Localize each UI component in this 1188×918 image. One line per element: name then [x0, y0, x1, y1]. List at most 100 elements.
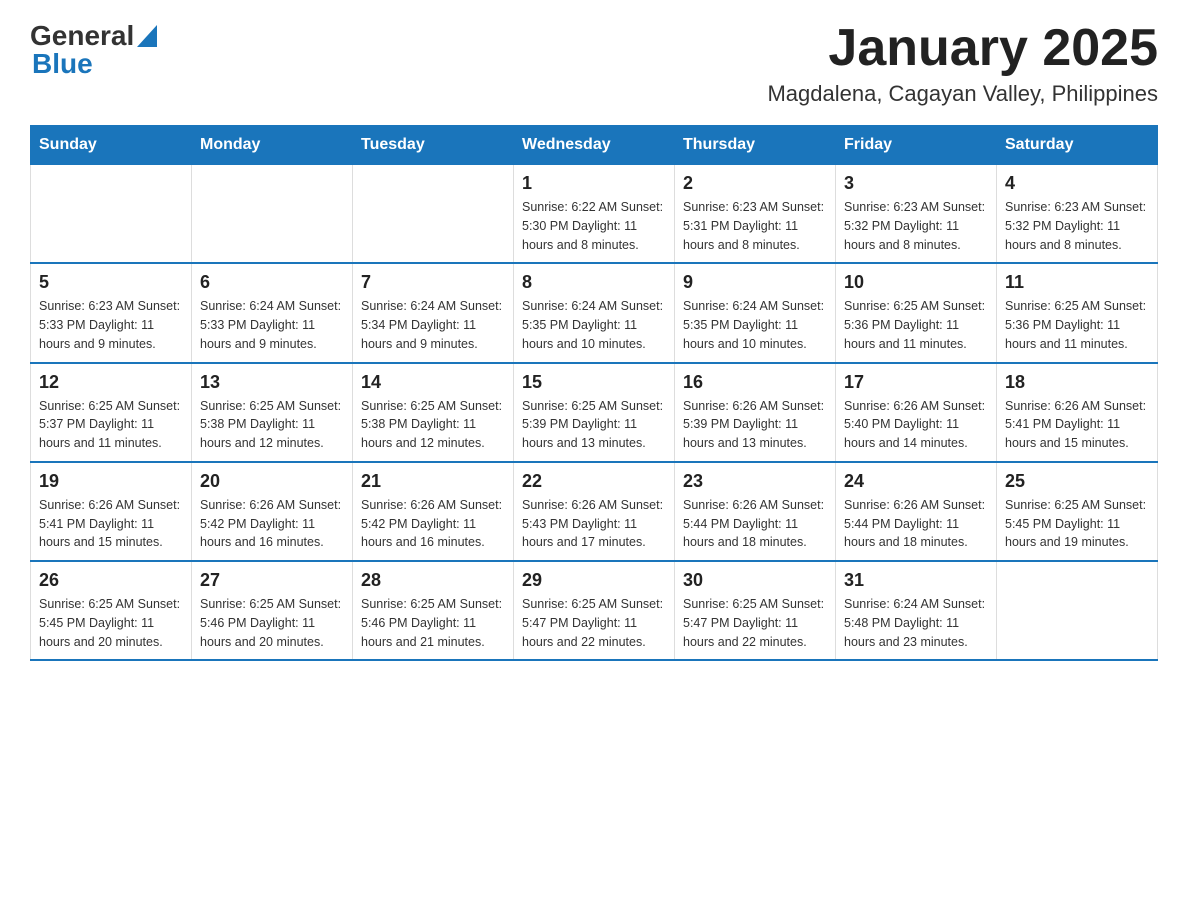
calendar-week-row: 19 Sunrise: 6:26 AM Sunset: 5:41 PM Dayli…: [31, 462, 1158, 561]
day-info: Sunrise: 6:23 AM Sunset: 5:32 PM Dayligh…: [1005, 198, 1149, 254]
header-day-tuesday: Tuesday: [353, 126, 514, 165]
day-info: Sunrise: 6:25 AM Sunset: 5:39 PM Dayligh…: [522, 397, 666, 453]
day-info: Sunrise: 6:23 AM Sunset: 5:31 PM Dayligh…: [683, 198, 827, 254]
calendar-cell: 21Sunrise: 6:26 AM Sunset: 5:42 PM Dayli…: [353, 462, 514, 561]
day-info: Sunrise: 6:25 AM Sunset: 5:38 PM Dayligh…: [200, 397, 344, 453]
calendar-cell: 29 Sunrise: 6:25 AM Sunset: 5:47 PM Dayli…: [514, 561, 675, 660]
day-number: 3: [844, 173, 988, 194]
day-info: Sunrise: 6:22 AM Sunset: 5:30 PM Dayligh…: [522, 198, 666, 254]
day-info: Sunrise: 6:23 AM Sunset: 5:32 PM Dayligh…: [844, 198, 988, 254]
day-number: 18: [1005, 372, 1149, 393]
calendar-cell: 14Sunrise: 6:25 AM Sunset: 5:38 PM Dayli…: [353, 363, 514, 462]
header-day-thursday: Thursday: [675, 126, 836, 165]
day-info: Sunrise: 6:24 AM Sunset: 5:33 PM Dayligh…: [200, 297, 344, 353]
calendar-cell: [997, 561, 1158, 660]
logo: General Blue: [30, 20, 157, 80]
day-number: 6: [200, 272, 344, 293]
day-number: 20: [200, 471, 344, 492]
calendar-cell: [353, 165, 514, 264]
calendar-week-row: 12 Sunrise: 6:25 AM Sunset: 5:37 PM Dayli…: [31, 363, 1158, 462]
calendar-cell: 5Sunrise: 6:23 AM Sunset: 5:33 PM Daylig…: [31, 263, 192, 362]
page-header: General Blue January 2025 Magdalena, Cag…: [30, 20, 1158, 107]
calendar-cell: 26 Sunrise: 6:25 AM Sunset: 5:45 PM Dayli…: [31, 561, 192, 660]
day-number: 16: [683, 372, 827, 393]
calendar-week-row: 5Sunrise: 6:23 AM Sunset: 5:33 PM Daylig…: [31, 263, 1158, 362]
calendar-cell: 20 Sunrise: 6:26 AM Sunset: 5:42 PM Dayli…: [192, 462, 353, 561]
day-info: Sunrise: 6:26 AM Sunset: 5:44 PM Dayligh…: [844, 496, 988, 552]
day-number: 12: [39, 372, 183, 393]
calendar-cell: 28Sunrise: 6:25 AM Sunset: 5:46 PM Dayli…: [353, 561, 514, 660]
day-number: 21: [361, 471, 505, 492]
day-info: Sunrise: 6:26 AM Sunset: 5:43 PM Dayligh…: [522, 496, 666, 552]
calendar-cell: 15 Sunrise: 6:25 AM Sunset: 5:39 PM Dayli…: [514, 363, 675, 462]
calendar-cell: [31, 165, 192, 264]
day-info: Sunrise: 6:25 AM Sunset: 5:45 PM Dayligh…: [1005, 496, 1149, 552]
day-number: 9: [683, 272, 827, 293]
day-info: Sunrise: 6:26 AM Sunset: 5:41 PM Dayligh…: [1005, 397, 1149, 453]
day-number: 7: [361, 272, 505, 293]
title-section: January 2025 Magdalena, Cagayan Valley, …: [767, 20, 1158, 107]
day-number: 29: [522, 570, 666, 591]
day-number: 10: [844, 272, 988, 293]
day-number: 23: [683, 471, 827, 492]
calendar-cell: 19 Sunrise: 6:26 AM Sunset: 5:41 PM Dayli…: [31, 462, 192, 561]
calendar-title: January 2025: [767, 20, 1158, 77]
calendar-cell: 1 Sunrise: 6:22 AM Sunset: 5:30 PM Daylig…: [514, 165, 675, 264]
day-info: Sunrise: 6:25 AM Sunset: 5:46 PM Dayligh…: [200, 595, 344, 651]
logo-triangle-icon: [137, 25, 157, 47]
calendar-cell: 31 Sunrise: 6:24 AM Sunset: 5:48 PM Dayli…: [836, 561, 997, 660]
header-day-monday: Monday: [192, 126, 353, 165]
calendar-cell: 11 Sunrise: 6:25 AM Sunset: 5:36 PM Dayli…: [997, 263, 1158, 362]
header-day-sunday: Sunday: [31, 126, 192, 165]
day-number: 2: [683, 173, 827, 194]
day-info: Sunrise: 6:24 AM Sunset: 5:35 PM Dayligh…: [522, 297, 666, 353]
calendar-cell: 24Sunrise: 6:26 AM Sunset: 5:44 PM Dayli…: [836, 462, 997, 561]
day-number: 30: [683, 570, 827, 591]
day-number: 25: [1005, 471, 1149, 492]
day-info: Sunrise: 6:25 AM Sunset: 5:47 PM Dayligh…: [522, 595, 666, 651]
calendar-cell: 2 Sunrise: 6:23 AM Sunset: 5:31 PM Daylig…: [675, 165, 836, 264]
header-day-saturday: Saturday: [997, 126, 1158, 165]
calendar-cell: 23Sunrise: 6:26 AM Sunset: 5:44 PM Dayli…: [675, 462, 836, 561]
calendar-cell: 18 Sunrise: 6:26 AM Sunset: 5:41 PM Dayli…: [997, 363, 1158, 462]
calendar-cell: 3 Sunrise: 6:23 AM Sunset: 5:32 PM Daylig…: [836, 165, 997, 264]
day-number: 1: [522, 173, 666, 194]
day-number: 17: [844, 372, 988, 393]
day-info: Sunrise: 6:25 AM Sunset: 5:36 PM Dayligh…: [1005, 297, 1149, 353]
day-info: Sunrise: 6:25 AM Sunset: 5:37 PM Dayligh…: [39, 397, 183, 453]
calendar-cell: 27 Sunrise: 6:25 AM Sunset: 5:46 PM Dayli…: [192, 561, 353, 660]
calendar-cell: [192, 165, 353, 264]
day-info: Sunrise: 6:26 AM Sunset: 5:39 PM Dayligh…: [683, 397, 827, 453]
calendar-header-row: SundayMondayTuesdayWednesdayThursdayFrid…: [31, 126, 1158, 165]
calendar-cell: 30 Sunrise: 6:25 AM Sunset: 5:47 PM Dayli…: [675, 561, 836, 660]
day-number: 19: [39, 471, 183, 492]
logo-blue-text: Blue: [32, 48, 93, 80]
day-info: Sunrise: 6:25 AM Sunset: 5:38 PM Dayligh…: [361, 397, 505, 453]
day-number: 28: [361, 570, 505, 591]
day-info: Sunrise: 6:25 AM Sunset: 5:36 PM Dayligh…: [844, 297, 988, 353]
day-number: 11: [1005, 272, 1149, 293]
day-number: 31: [844, 570, 988, 591]
calendar-cell: 12 Sunrise: 6:25 AM Sunset: 5:37 PM Dayli…: [31, 363, 192, 462]
day-info: Sunrise: 6:25 AM Sunset: 5:45 PM Dayligh…: [39, 595, 183, 651]
calendar-cell: 22Sunrise: 6:26 AM Sunset: 5:43 PM Dayli…: [514, 462, 675, 561]
calendar-cell: 16 Sunrise: 6:26 AM Sunset: 5:39 PM Dayli…: [675, 363, 836, 462]
day-info: Sunrise: 6:24 AM Sunset: 5:34 PM Dayligh…: [361, 297, 505, 353]
day-info: Sunrise: 6:26 AM Sunset: 5:41 PM Dayligh…: [39, 496, 183, 552]
day-info: Sunrise: 6:25 AM Sunset: 5:47 PM Dayligh…: [683, 595, 827, 651]
day-number: 26: [39, 570, 183, 591]
day-info: Sunrise: 6:26 AM Sunset: 5:42 PM Dayligh…: [200, 496, 344, 552]
day-info: Sunrise: 6:23 AM Sunset: 5:33 PM Dayligh…: [39, 297, 183, 353]
calendar-table: SundayMondayTuesdayWednesdayThursdayFrid…: [30, 125, 1158, 661]
day-number: 27: [200, 570, 344, 591]
calendar-cell: 17 Sunrise: 6:26 AM Sunset: 5:40 PM Dayli…: [836, 363, 997, 462]
day-info: Sunrise: 6:26 AM Sunset: 5:40 PM Dayligh…: [844, 397, 988, 453]
calendar-subtitle: Magdalena, Cagayan Valley, Philippines: [767, 81, 1158, 107]
calendar-week-row: 1 Sunrise: 6:22 AM Sunset: 5:30 PM Daylig…: [31, 165, 1158, 264]
calendar-cell: 8Sunrise: 6:24 AM Sunset: 5:35 PM Daylig…: [514, 263, 675, 362]
day-number: 15: [522, 372, 666, 393]
header-day-wednesday: Wednesday: [514, 126, 675, 165]
calendar-week-row: 26 Sunrise: 6:25 AM Sunset: 5:45 PM Dayli…: [31, 561, 1158, 660]
day-info: Sunrise: 6:24 AM Sunset: 5:48 PM Dayligh…: [844, 595, 988, 651]
calendar-cell: 9Sunrise: 6:24 AM Sunset: 5:35 PM Daylig…: [675, 263, 836, 362]
